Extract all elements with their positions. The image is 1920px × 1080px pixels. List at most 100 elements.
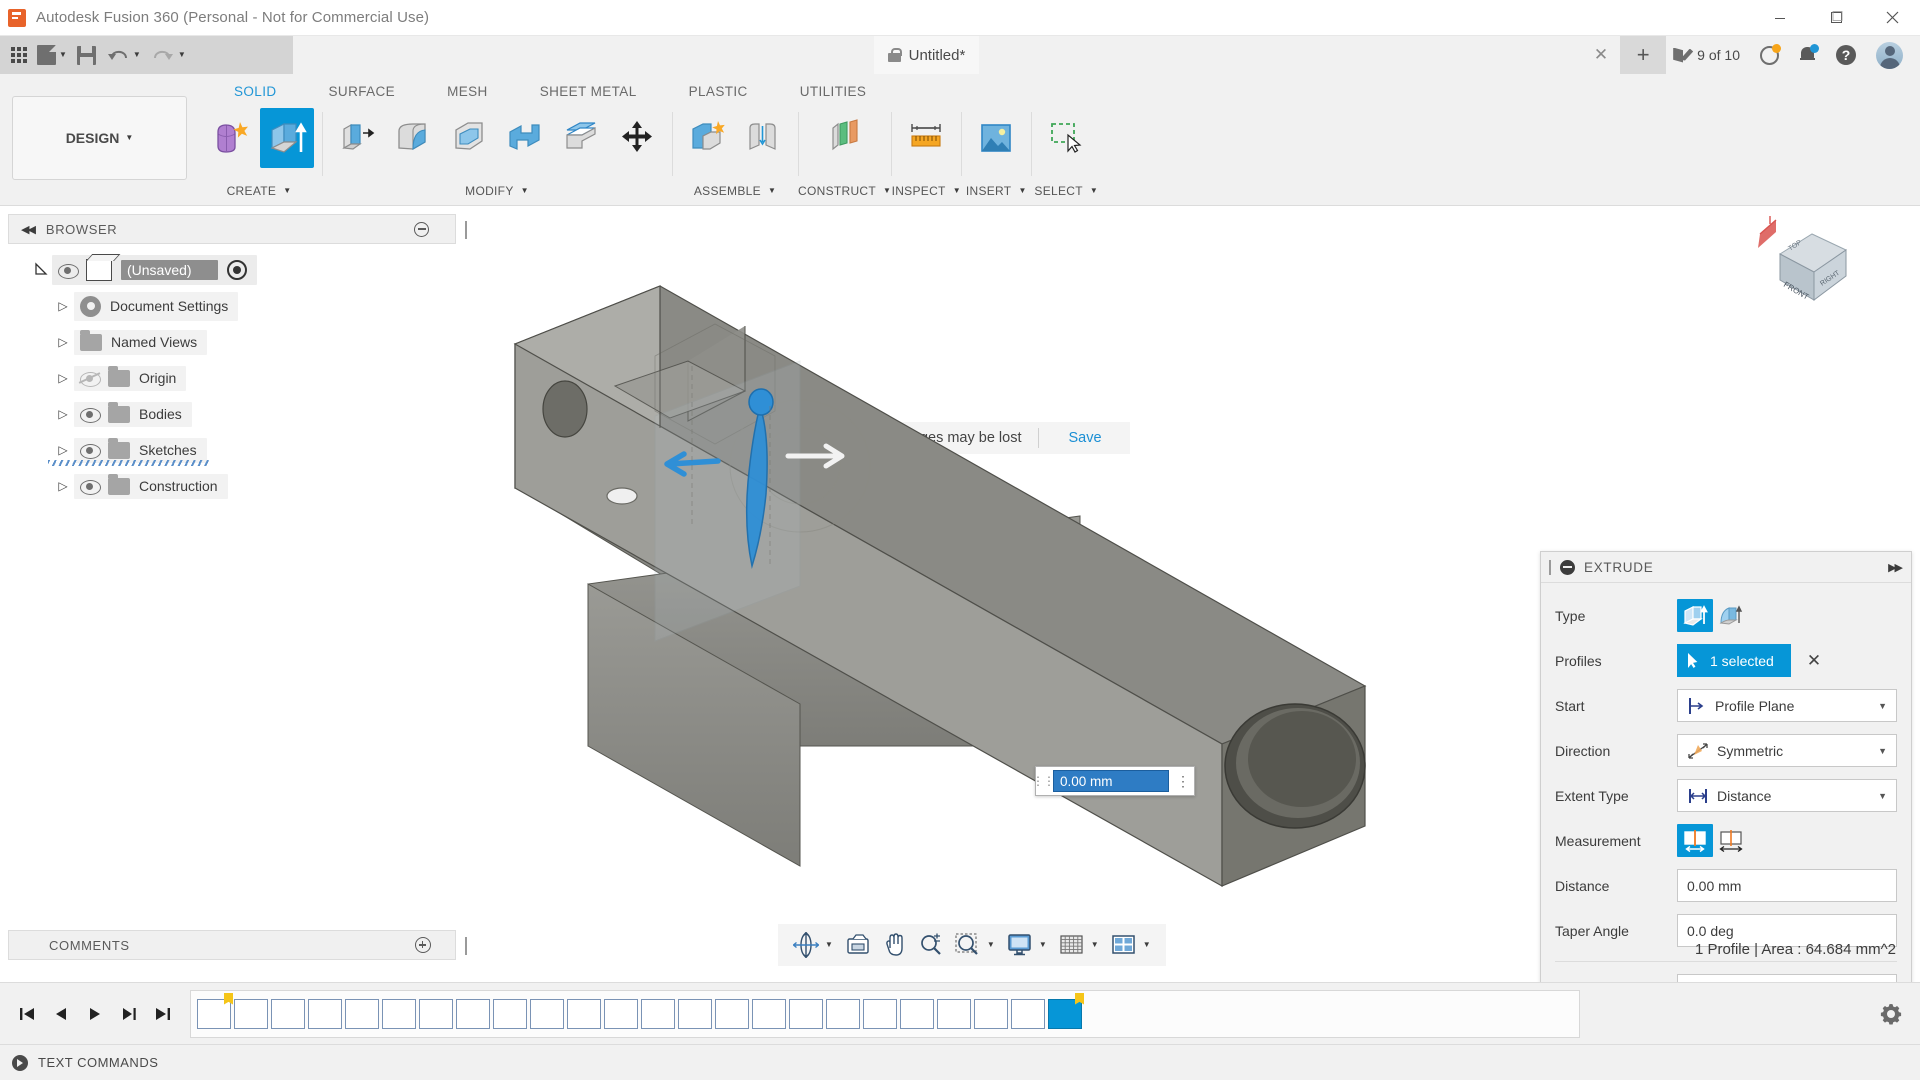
timeline-feature[interactable]	[826, 998, 860, 1029]
new-tab-button[interactable]: +	[1620, 36, 1667, 74]
timeline-feature[interactable]	[752, 998, 786, 1029]
tab-surface[interactable]: SURFACE	[303, 84, 422, 99]
grid-snaps-button[interactable]: ▼	[1054, 926, 1104, 964]
minus-circle-icon[interactable]	[414, 221, 429, 237]
timeline-feature[interactable]	[567, 998, 601, 1029]
timeline-feature[interactable]	[419, 998, 453, 1029]
extrude-direction-dropdown[interactable]: Symmetric ▼	[1677, 734, 1897, 767]
workspace-selector[interactable]: DESIGN ▼	[12, 96, 187, 180]
fit-button[interactable]: ▼	[950, 926, 1000, 964]
collapse-left-icon[interactable]: ◀◀	[21, 223, 36, 236]
twisty-collapsed-icon[interactable]: ▷	[52, 335, 74, 349]
timeline-settings-button[interactable]	[1878, 1001, 1904, 1027]
browser-resize-handle[interactable]	[465, 221, 467, 239]
panel-inspect-label[interactable]: INSPECT ▼	[892, 184, 961, 204]
twisty-collapsed-icon[interactable]: ▷	[52, 407, 74, 421]
extrude-button[interactable]	[260, 108, 314, 168]
tree-item-unsaved[interactable]: (Unsaved)	[8, 252, 458, 288]
timeline-step-back-button[interactable]	[46, 999, 76, 1029]
redo-button[interactable]: ▼	[146, 38, 191, 72]
visibility-eye-icon[interactable]	[58, 263, 79, 279]
tree-item-bodies[interactable]: ▷ Bodies	[8, 396, 458, 432]
extrude-dialog-header[interactable]: EXTRUDE ▶▶	[1541, 552, 1911, 583]
timeline-feature[interactable]	[234, 998, 268, 1029]
tab-sheet-metal[interactable]: SHEET METAL	[514, 84, 663, 99]
text-commands-bar[interactable]: TEXT COMMANDS	[0, 1044, 1920, 1080]
document-tab-close-button[interactable]: ✕	[1582, 45, 1620, 65]
undo-button[interactable]: ▼	[101, 38, 146, 72]
panel-create-label[interactable]: CREATE ▼	[227, 184, 292, 204]
tree-item-bodies-pill[interactable]: Bodies	[74, 401, 192, 427]
twisty-collapsed-icon[interactable]: ▷	[52, 443, 74, 457]
maximize-button[interactable]	[1808, 0, 1864, 36]
extrude-start-dropdown[interactable]: Profile Plane ▼	[1677, 689, 1897, 722]
timeline-feature[interactable]	[715, 998, 749, 1029]
timeline-feature[interactable]	[678, 998, 712, 1029]
timeline-feature[interactable]	[900, 998, 934, 1029]
tree-item-named-views[interactable]: ▷ Named Views	[8, 324, 458, 360]
measurement-half-length[interactable]	[1677, 824, 1713, 857]
timeline-feature[interactable]	[789, 998, 823, 1029]
minimize-button[interactable]	[1752, 0, 1808, 36]
timeline-feature[interactable]	[604, 998, 638, 1029]
insert-image-button[interactable]	[969, 108, 1023, 168]
timeline-feature[interactable]	[493, 998, 527, 1029]
timeline-feature[interactable]	[382, 998, 416, 1029]
tree-item-named-views-pill[interactable]: Named Views	[74, 329, 208, 355]
orbit-button[interactable]: ▼	[788, 926, 838, 964]
tree-item-document-settings-pill[interactable]: Document Settings	[74, 291, 239, 321]
visibility-eye-icon[interactable]	[80, 443, 101, 459]
drag-grip-icon[interactable]: ⋮⋮	[1032, 767, 1055, 795]
plus-circle-icon[interactable]	[415, 937, 431, 953]
fillet-button[interactable]	[386, 108, 440, 168]
timeline-feature[interactable]	[937, 998, 971, 1029]
timeline-feature[interactable]	[456, 998, 490, 1029]
press-pull-button[interactable]	[330, 108, 384, 168]
tab-utilities[interactable]: UTILITIES	[774, 84, 893, 99]
account-button[interactable]	[1869, 36, 1910, 74]
timeline-feature[interactable]	[345, 998, 379, 1029]
job-status-button[interactable]: 9 of 10	[1666, 36, 1747, 74]
tree-item-construction[interactable]: ▷ Construction	[8, 468, 458, 504]
timeline-feature[interactable]	[1011, 998, 1045, 1029]
visibility-eye-icon[interactable]	[80, 479, 101, 495]
timeline-feature-selected[interactable]	[1048, 992, 1084, 1029]
extrude-distance-input[interactable]: 0.00 mm	[1677, 869, 1897, 902]
help-button[interactable]: ?	[1829, 36, 1863, 74]
panel-assemble-label[interactable]: ASSEMBLE ▼	[694, 184, 776, 204]
document-tab[interactable]: Untitled*	[873, 36, 980, 74]
extrude-type-surface[interactable]	[1713, 599, 1749, 632]
timeline-feature[interactable]	[197, 992, 233, 1029]
activity-button[interactable]	[1753, 36, 1786, 74]
zoom-button[interactable]	[914, 926, 948, 964]
panel-construct-label[interactable]: CONSTRUCT ▼	[798, 184, 891, 204]
timeline-feature[interactable]	[641, 998, 675, 1029]
panel-select-label[interactable]: SELECT ▼	[1034, 184, 1098, 204]
new-component-button[interactable]	[680, 108, 734, 168]
joint-button[interactable]	[736, 108, 790, 168]
tree-item-document-settings[interactable]: ▷ Document Settings	[8, 288, 458, 324]
tree-item-sketches[interactable]: ▷ Sketches	[8, 432, 458, 468]
timeline-feature[interactable]	[308, 998, 342, 1029]
dimension-value-input[interactable]: 0.00 mm	[1053, 770, 1169, 792]
look-at-button[interactable]	[840, 926, 876, 964]
timeline-feature[interactable]	[974, 998, 1008, 1029]
close-button[interactable]	[1864, 0, 1920, 36]
tree-item-origin[interactable]: ▷ Origin	[8, 360, 458, 396]
minimize-circle-icon[interactable]	[1560, 559, 1575, 575]
clear-x-icon[interactable]: ✕	[1807, 651, 1821, 671]
move-copy-button[interactable]	[610, 108, 664, 168]
expand-right-icon[interactable]: ▶▶	[1888, 561, 1903, 574]
timeline-step-forward-button[interactable]	[114, 999, 144, 1029]
pan-button[interactable]	[878, 926, 912, 964]
twisty-expanded-icon[interactable]	[30, 261, 52, 279]
extrude-type-profile[interactable]	[1677, 599, 1713, 632]
timeline-feature[interactable]	[863, 998, 897, 1029]
select-window-button[interactable]	[1039, 108, 1093, 168]
dialog-grip-icon[interactable]	[1549, 559, 1551, 575]
app-grid-button[interactable]	[6, 38, 32, 72]
measurement-whole-length[interactable]	[1713, 824, 1749, 857]
tree-item-sketches-pill[interactable]: Sketches	[48, 437, 211, 466]
timeline-end-button[interactable]	[148, 999, 178, 1029]
offset-plane-button[interactable]	[818, 108, 872, 168]
